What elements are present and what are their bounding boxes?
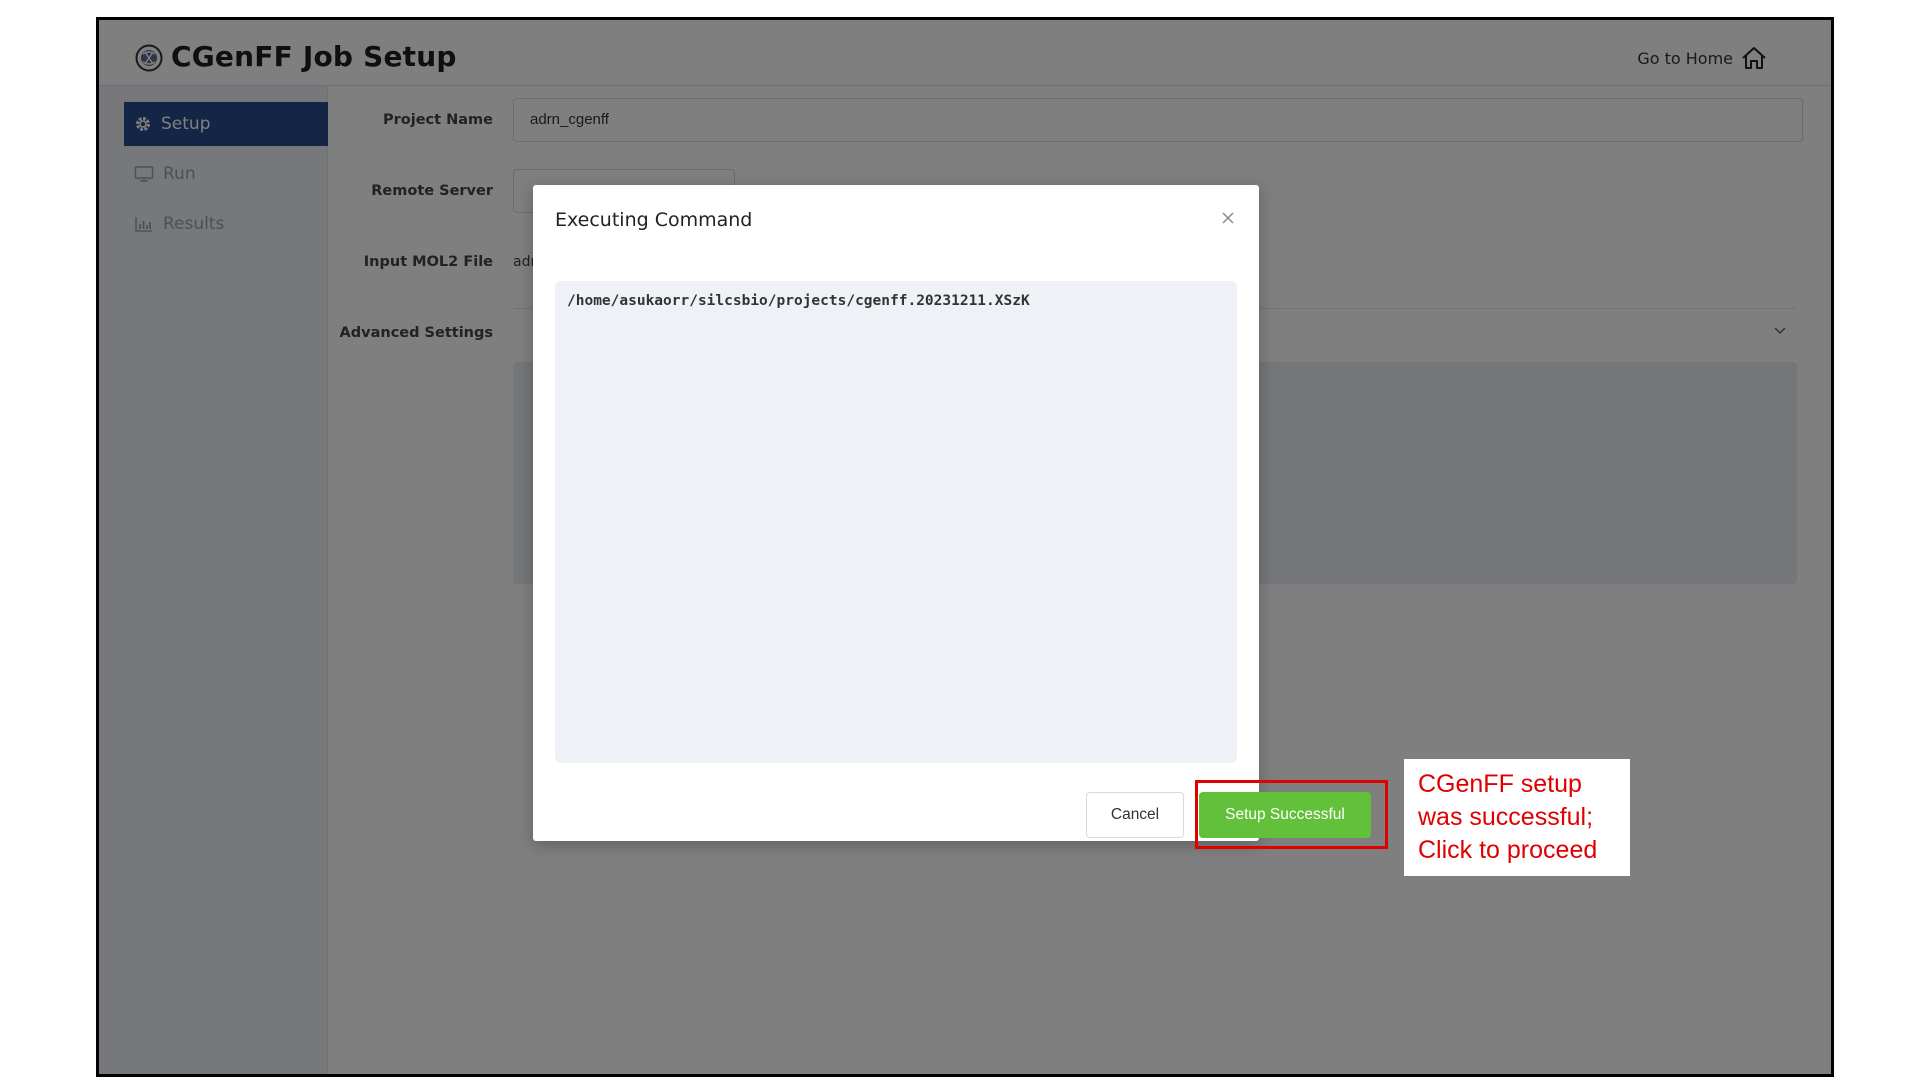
executing-command-dialog: Executing Command /home/asukaorr/silcsbi… — [533, 185, 1371, 841]
console-output-line: /home/asukaorr/silcsbio/projects/cgenff.… — [567, 293, 1030, 309]
command-output-console: /home/asukaorr/silcsbio/projects/cgenff.… — [555, 281, 1237, 763]
callout-line: was successful; — [1418, 803, 1594, 831]
close-icon[interactable] — [1221, 211, 1235, 225]
app-window: CGenFF Job Setup Go to Home Setup — [99, 20, 1831, 1074]
screenshot-frame: CGenFF Job Setup Go to Home Setup — [96, 17, 1834, 1077]
annotation-highlight-box — [1195, 780, 1388, 849]
cancel-button[interactable]: Cancel — [1086, 792, 1184, 838]
annotation-callout: CGenFF setup was successful; Click to pr… — [1404, 759, 1630, 876]
callout-line: Click to proceed — [1418, 836, 1598, 864]
callout-line: CGenFF setup — [1418, 770, 1582, 798]
dialog-title: Executing Command — [555, 209, 753, 231]
